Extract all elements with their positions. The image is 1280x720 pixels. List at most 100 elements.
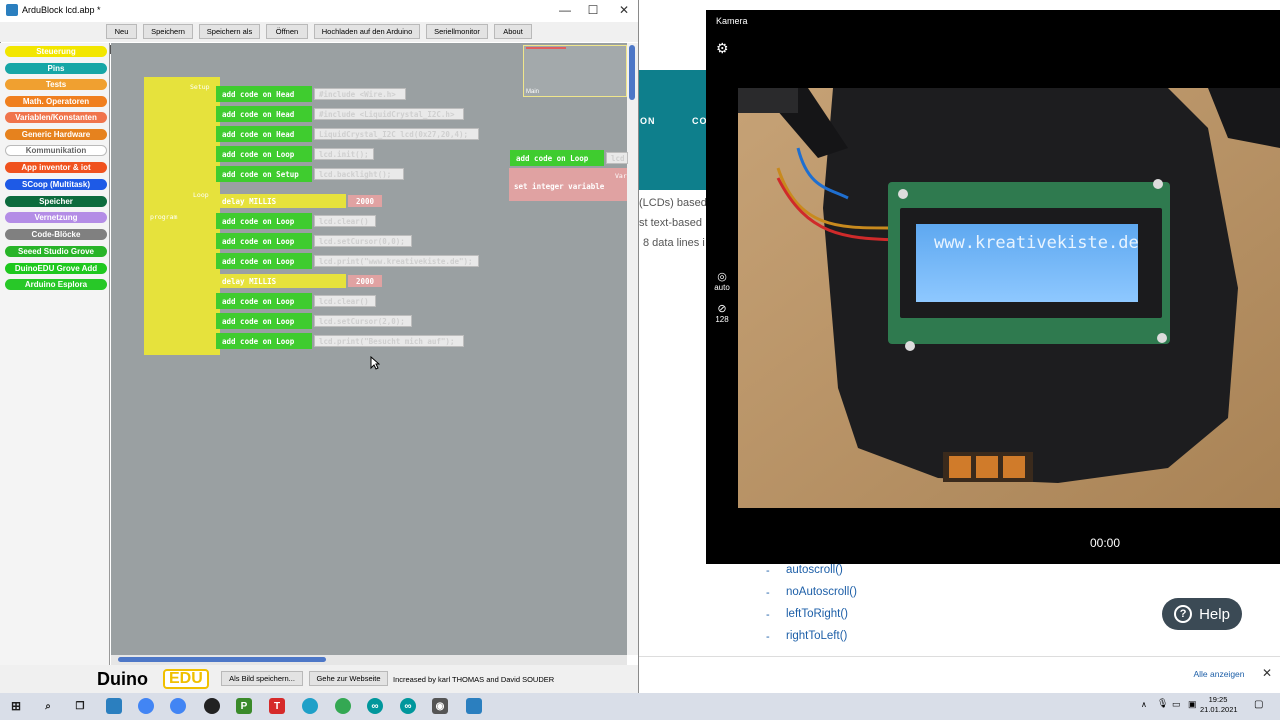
camera-preview-image: www.kreativekiste.de — [738, 88, 1280, 508]
ardublock-taskbar-icon[interactable] — [466, 698, 482, 714]
microphone-icon[interactable]: 🎙 — [1157, 698, 1168, 709]
battery-icon[interactable]: ▭ — [1172, 699, 1181, 710]
palette-item[interactable]: Kommunikation — [5, 145, 107, 156]
save-as-image-button[interactable]: Als Bild speichern... — [221, 671, 303, 686]
arduino-icon[interactable]: ∞ — [367, 698, 383, 714]
palette-item[interactable]: Arduino Esplora — [5, 279, 107, 290]
palette-item[interactable]: Steuerung — [5, 46, 107, 57]
code-block[interactable]: add code on Head — [216, 86, 312, 102]
system-clock[interactable]: 19:25 21.01.2021 — [1200, 695, 1238, 715]
delay-millis-block[interactable]: delay MILLIS — [216, 274, 346, 288]
code-block[interactable]: add code on Loop — [216, 293, 312, 309]
task-view-icon[interactable]: ❐ — [72, 698, 88, 714]
code-block[interactable]: add code on Head — [216, 126, 312, 142]
code-block-arg[interactable]: lcd.print("Besucht mich auf"); — [314, 335, 464, 347]
palette-item[interactable]: Generic Hardware — [5, 129, 107, 140]
doc-link[interactable]: leftToRight() — [786, 608, 848, 620]
palette-item[interactable]: App inventor & iot — [5, 162, 107, 173]
go-to-website-button[interactable]: Gehe zur Webseite — [309, 671, 388, 686]
camera-preview: www.kreativekiste.de — [738, 88, 1280, 508]
browser-text: (LCDs) based — [639, 197, 707, 209]
code-block[interactable]: add code on Loop — [216, 333, 312, 349]
doc-link[interactable]: noAutoscroll() — [786, 586, 857, 598]
code-block[interactable]: add code on Setup — [216, 166, 312, 182]
upload-button[interactable]: Hochladen auf den Arduino — [314, 24, 420, 39]
loose-code-arg[interactable]: lcd — [606, 152, 628, 164]
vertical-scrollbar[interactable] — [627, 43, 638, 655]
maximize-button[interactable]: ☐ — [578, 3, 608, 17]
palette-item[interactable]: Speicher — [5, 196, 107, 207]
notifications-icon[interactable]: ▢ — [1254, 699, 1263, 710]
code-block[interactable]: add code on Head — [216, 106, 312, 122]
publisher-icon[interactable]: P — [236, 698, 252, 714]
chrome-icon[interactable] — [335, 698, 351, 714]
palette-item[interactable]: DuinoEDU Grove Add — [5, 263, 107, 274]
help-button[interactable]: ? Help — [1162, 598, 1242, 630]
palette-item[interactable]: Vernetzung — [5, 212, 107, 223]
code-block[interactable]: add code on Loop — [216, 313, 312, 329]
loose-code-block[interactable]: add code on Loop — [510, 150, 604, 166]
serial-monitor-button[interactable]: Seriellmonitor — [426, 24, 488, 39]
show-all-downloads-button[interactable]: Alle anzeigen — [1186, 664, 1252, 684]
code-block-arg[interactable]: LiquidCrystal_I2C lcd(0x27,20,4); — [314, 128, 479, 140]
palette-item[interactable]: Pins — [5, 63, 107, 74]
network-icon[interactable]: ▣ — [1188, 699, 1197, 710]
t-app-icon[interactable]: T — [269, 698, 285, 714]
horizontal-scroll-thumb[interactable] — [118, 657, 326, 662]
ardublock-taskbar-icon[interactable] — [106, 698, 122, 714]
browser-nav-bar: ON — [638, 70, 708, 190]
code-block-arg[interactable]: #include <LiquidCrystal_I2C.h> — [314, 108, 464, 120]
windows-start-icon[interactable]: ⊞ — [8, 698, 24, 714]
camera-auto-control[interactable]: ◎ auto — [710, 270, 734, 292]
close-button[interactable]: ✕ — [609, 3, 639, 17]
palette-item[interactable]: Seeed Studio Grove — [5, 246, 107, 257]
doc-link[interactable]: rightToLeft() — [786, 630, 847, 642]
browser-text: 8 data lines i — [643, 237, 705, 249]
code-block-arg[interactable]: lcd.setCursor(2,0); — [314, 315, 412, 327]
setup-label: Setup — [190, 83, 210, 91]
delay-value[interactable]: 2000 — [348, 195, 382, 207]
palette-item[interactable]: Variablen/Konstanten — [5, 112, 107, 123]
delay-millis-block[interactable]: delay MILLIS — [216, 194, 346, 208]
code-block-arg[interactable]: lcd.clear() — [314, 295, 376, 307]
search-icon[interactable]: ⌕ — [40, 698, 56, 714]
delay-value[interactable]: 2000 — [348, 275, 382, 287]
code-block[interactable]: add code on Loop — [216, 146, 312, 162]
code-block-arg[interactable]: #include <Wire.h> — [314, 88, 406, 100]
minimap[interactable]: Main — [523, 45, 627, 97]
tray-chevron-icon[interactable]: ∧ — [1141, 700, 1147, 709]
set-integer-variable-block[interactable]: set integer variable Var — [509, 168, 627, 201]
code-block[interactable]: add code on Loop — [216, 253, 312, 269]
edge-icon[interactable] — [302, 698, 318, 714]
code-block-arg[interactable]: lcd.init(); — [314, 148, 374, 160]
about-button[interactable]: About — [494, 24, 532, 39]
camera-icon[interactable]: ◉ — [432, 698, 448, 714]
chrome-icon[interactable] — [138, 698, 154, 714]
code-block-arg[interactable]: lcd.clear() — [314, 215, 376, 227]
code-block-arg[interactable]: lcd.setCursor(0,0); — [314, 235, 412, 247]
palette-item[interactable]: Math. Operatoren — [5, 96, 107, 107]
minimize-button[interactable]: — — [550, 3, 580, 17]
code-block-arg[interactable]: lcd.backlight(); — [314, 168, 404, 180]
chrome-icon[interactable] — [170, 698, 186, 714]
camera-auto-label: auto — [714, 283, 730, 292]
gear-icon[interactable]: ⚙ — [716, 40, 729, 57]
code-block-arg[interactable]: lcd.print("www.kreativekiste.de"); — [314, 255, 479, 267]
palette-item[interactable]: Code-Blöcke — [5, 229, 107, 240]
camera-iso-control[interactable]: ⊘ 128 — [710, 302, 734, 324]
new-button[interactable]: Neu — [106, 24, 137, 39]
save-as-button[interactable]: Speichern als — [199, 24, 260, 39]
vertical-scroll-thumb[interactable] — [629, 45, 635, 100]
doc-link[interactable]: autoscroll() — [786, 564, 843, 576]
palette-item[interactable]: Tests — [5, 79, 107, 90]
arduino-icon[interactable]: ∞ — [400, 698, 416, 714]
code-block[interactable]: add code on Loop — [216, 233, 312, 249]
save-button[interactable]: Speichern — [143, 24, 193, 39]
browser-nav-item[interactable]: ON — [640, 116, 656, 126]
code-block[interactable]: add code on Loop — [216, 213, 312, 229]
close-icon[interactable]: ✕ — [1262, 666, 1272, 680]
open-button[interactable]: Öffnen — [266, 24, 308, 39]
palette-item[interactable]: SCoop (Multitask) — [5, 179, 107, 190]
pen-tool-icon[interactable] — [204, 698, 220, 714]
minimap-label: Main — [526, 89, 540, 95]
